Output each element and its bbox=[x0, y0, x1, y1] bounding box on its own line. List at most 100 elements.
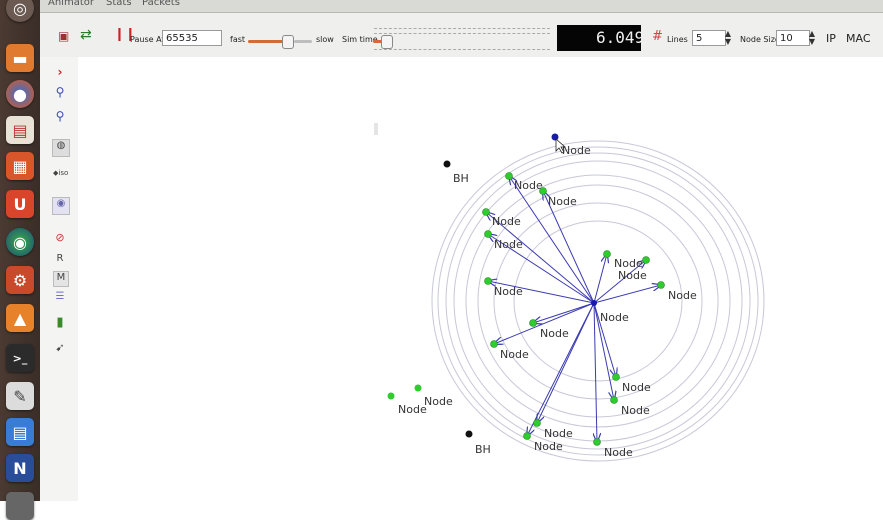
grid-icon[interactable]: # bbox=[652, 29, 663, 44]
snapshot-icon[interactable]: ◍ bbox=[52, 139, 70, 157]
files-icon[interactable]: ▬ bbox=[6, 44, 34, 72]
link-arrow bbox=[533, 302, 595, 323]
iso-icon[interactable]: ◆iso bbox=[53, 169, 68, 177]
node-dot bbox=[482, 208, 490, 216]
software-center-icon[interactable]: ▦ bbox=[6, 152, 34, 180]
zoom-in-icon[interactable]: ⚲ bbox=[53, 85, 67, 99]
libreoffice-icon[interactable]: ▤ bbox=[6, 116, 34, 144]
range-ring bbox=[445, 152, 751, 450]
scene-marker bbox=[374, 123, 378, 135]
link-arrow bbox=[593, 254, 607, 304]
bh-node-dot bbox=[465, 430, 473, 438]
left-tool-panel: › ⚲ ⚲ ◍ ◆iso ◉ ⊘ R M ☰ ▮ ➹ bbox=[40, 57, 79, 501]
launcher: ◎ ▬ ● ▤ ▦ U ◉ ⚙ ▲ >_ ✎ ▤ N bbox=[0, 0, 40, 520]
tab-stats[interactable]: Stats bbox=[106, 0, 132, 8]
sim-time-slider-knob[interactable] bbox=[381, 35, 393, 49]
dash-icon[interactable]: ◎ bbox=[6, 0, 34, 22]
node-dot bbox=[490, 340, 498, 348]
lines-spinner-arrows[interactable]: ▲ ▼ bbox=[723, 30, 733, 46]
mac-toggle[interactable]: MAC bbox=[846, 32, 871, 45]
pause-at-field[interactable]: 65535 bbox=[162, 30, 222, 46]
trash-icon[interactable] bbox=[6, 492, 34, 520]
node-dot bbox=[642, 256, 650, 264]
document-viewer-icon[interactable]: ▤ bbox=[6, 418, 34, 446]
network-view: NodeNodeNodeNodeNodeNodeNodeNodeNodeNode… bbox=[374, 123, 765, 462]
node-label: Node bbox=[544, 427, 573, 440]
expand-arrow-icon[interactable]: › bbox=[53, 65, 67, 79]
vlc-icon[interactable]: ▲ bbox=[6, 304, 34, 332]
node-label: Node bbox=[424, 395, 453, 408]
node-dot bbox=[539, 187, 547, 195]
range-ring bbox=[431, 140, 765, 462]
node-label: Node bbox=[514, 179, 543, 192]
node-dot bbox=[612, 373, 620, 381]
node-dot bbox=[484, 277, 492, 285]
sim-time-label: Sim time bbox=[342, 35, 378, 44]
netanim-icon[interactable]: N bbox=[6, 454, 34, 482]
node-label: Node bbox=[621, 404, 650, 417]
node-dot bbox=[484, 230, 492, 238]
no-entry-icon[interactable]: ⊘ bbox=[53, 231, 67, 244]
node-dot bbox=[610, 396, 618, 404]
node-dot bbox=[523, 432, 531, 440]
node-label: Node bbox=[494, 285, 523, 298]
lines-label: Lines bbox=[667, 35, 688, 44]
node-label: Node bbox=[618, 269, 647, 282]
fingerprint-icon[interactable]: ◉ bbox=[52, 197, 70, 215]
node-size-spinbox[interactable]: 10 bbox=[776, 30, 810, 46]
terminal-icon[interactable]: >_ bbox=[6, 344, 34, 372]
node-label: Node bbox=[668, 289, 697, 302]
time-display-value: 6.049 bbox=[596, 28, 645, 47]
list-icon[interactable]: ☰ bbox=[53, 291, 67, 302]
m-button[interactable]: M bbox=[53, 271, 69, 287]
r-label[interactable]: R bbox=[53, 253, 67, 264]
node-dot bbox=[414, 384, 422, 392]
animation-canvas[interactable]: Node Node Node Node Node Node Node Node Node Node… bbox=[78, 57, 883, 501]
node-label: Node bbox=[494, 238, 523, 251]
tab-packets[interactable]: Packets bbox=[142, 0, 180, 8]
bh-node-dot bbox=[443, 160, 451, 168]
lines-spinbox[interactable]: 5 bbox=[692, 30, 726, 46]
selected-node-dot bbox=[551, 133, 559, 141]
text-editor-icon[interactable]: ✎ bbox=[6, 382, 34, 410]
node-label: Node bbox=[500, 348, 529, 361]
node-label: Node bbox=[548, 195, 577, 208]
toolbar: ▣ ⇄ ❙❙ Pause At 65535 fast slow Sim time… bbox=[40, 13, 883, 58]
node-dot bbox=[387, 392, 395, 400]
link-arrow bbox=[594, 302, 597, 442]
range-ring bbox=[513, 220, 683, 382]
node-dot bbox=[505, 172, 513, 180]
settings-icon[interactable]: ⚙ bbox=[6, 266, 34, 294]
fast-label: fast bbox=[230, 35, 246, 44]
ip-toggle[interactable]: IP bbox=[826, 32, 836, 45]
firefox-icon[interactable]: ● bbox=[6, 80, 34, 108]
sim-time-ruler bbox=[374, 28, 550, 34]
node-label: Node bbox=[540, 327, 569, 340]
reload-icon[interactable]: ⇄ bbox=[80, 27, 92, 43]
battery-icon[interactable]: ▮ bbox=[53, 315, 67, 330]
node-label: Node bbox=[622, 381, 651, 394]
ubuntu-one-icon[interactable]: U bbox=[6, 190, 34, 218]
slow-label: slow bbox=[316, 35, 334, 44]
node-label: Node bbox=[398, 403, 427, 416]
tab-bar: Animator Stats Packets bbox=[40, 0, 883, 13]
node-dot bbox=[593, 438, 601, 446]
sim-time-ruler-bottom bbox=[374, 49, 550, 53]
node-size-label: Node Size bbox=[740, 35, 780, 44]
bh-label: BH bbox=[475, 443, 491, 456]
node-label: Node bbox=[534, 440, 563, 453]
open-file-icon[interactable]: ▣ bbox=[58, 29, 69, 43]
link-arrow bbox=[593, 285, 661, 304]
pause-at-label: Pause At bbox=[130, 35, 165, 44]
tab-animator[interactable]: Animator bbox=[48, 0, 94, 8]
center-node-dot bbox=[591, 300, 597, 306]
node-label: Node bbox=[562, 144, 591, 157]
range-ring bbox=[437, 146, 759, 456]
zoom-out-icon[interactable]: ⚲ bbox=[53, 109, 67, 123]
speed-slider-knob[interactable] bbox=[282, 35, 294, 49]
globe-icon[interactable]: ◉ bbox=[6, 228, 34, 256]
node-size-spinner-arrows[interactable]: ▲ ▼ bbox=[807, 30, 817, 46]
speed-slider-remainder bbox=[294, 40, 312, 43]
pointer-icon[interactable]: ➹ bbox=[53, 341, 67, 354]
node-label: Node bbox=[600, 311, 629, 324]
